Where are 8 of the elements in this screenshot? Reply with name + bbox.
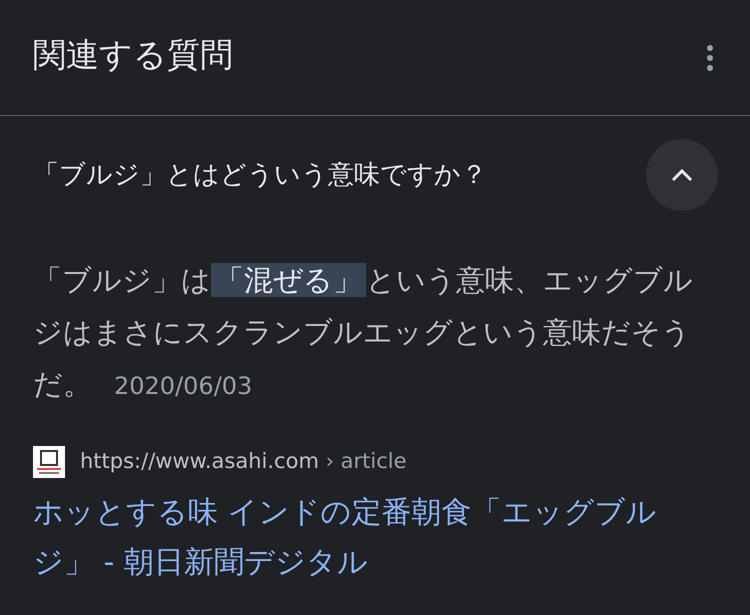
chevron-up-icon	[670, 167, 694, 183]
site-logo-icon	[33, 446, 65, 478]
answer-text: 「ブルジ」は「混ぜる」という意味、エッグブルジはまさにスクランブルエッグという意味だそうだ。 2020/06/03	[33, 262, 694, 403]
question-text[interactable]: 「ブルジ」とはどういう意味ですか？	[33, 156, 487, 194]
result-link[interactable]: ホッとする味 インドの定番朝食「エッグブルジ」 - 朝日新聞デジタル	[33, 488, 717, 588]
source-url: https://www.asahi.com › article	[80, 448, 407, 476]
more-options-icon[interactable]	[706, 44, 714, 72]
section-title: 関連する質問	[33, 34, 233, 76]
